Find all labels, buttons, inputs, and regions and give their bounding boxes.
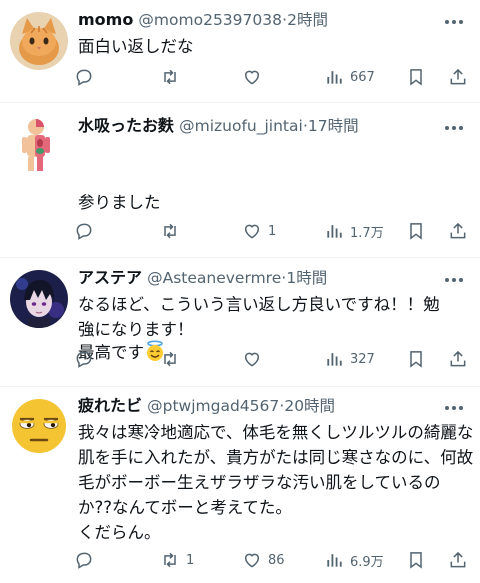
action-bar: 1 1.7万 xyxy=(62,216,480,246)
retweet-count: 1 xyxy=(186,552,195,568)
more-options-icon[interactable] xyxy=(442,12,466,32)
analytics-icon xyxy=(327,71,342,84)
reply-icon xyxy=(76,552,92,569)
tweet-4[interactable]: 疲れたビ @ptwjmgad4567·20時間 我々は寒冷地適応で、体毛を無くし… xyxy=(0,387,480,583)
bookmark-icon xyxy=(410,351,422,368)
views-button[interactable]: 667 xyxy=(324,62,375,92)
action-bar: 327 xyxy=(62,344,480,374)
tweet-header: 水吸ったお麩 @mizuofu_jintai·17時間 xyxy=(78,115,440,137)
like-button[interactable] xyxy=(242,344,268,374)
bookmark-button[interactable] xyxy=(406,545,426,575)
share-icon xyxy=(450,222,466,239)
share-button[interactable] xyxy=(448,62,468,92)
bookmark-button[interactable] xyxy=(406,62,426,92)
share-icon xyxy=(450,551,466,568)
retweet-button[interactable] xyxy=(160,62,186,92)
tweet-feed: momo @momo25397038·2時間 面白い返しだな 667 水吸ったお… xyxy=(0,0,480,583)
heart-icon xyxy=(245,553,259,568)
retweet-button[interactable] xyxy=(160,216,186,246)
share-button[interactable] xyxy=(448,344,468,374)
tweet-header: 疲れたビ @ptwjmgad4567·20時間 xyxy=(78,395,440,417)
tweet-header: momo @momo25397038·2時間 xyxy=(78,9,440,31)
view-count: 667 xyxy=(350,69,375,85)
retweet-button[interactable]: 1 xyxy=(160,545,194,575)
retweet-icon xyxy=(164,223,176,239)
tweet-text: 我々は寒冷地適応で、体毛を無くしツルツルの綺麗な肌を手に入れたが、貴方がたは同じ… xyxy=(78,423,474,542)
view-count: 6.9万 xyxy=(350,554,384,570)
share-icon xyxy=(450,68,466,85)
reply-button[interactable] xyxy=(74,216,100,246)
analytics-icon xyxy=(327,225,342,238)
bookmark-button[interactable] xyxy=(406,216,426,246)
display-name[interactable]: アステア xyxy=(78,268,142,287)
views-button[interactable]: 327 xyxy=(324,344,375,374)
views-button[interactable]: 6.9万 xyxy=(324,545,384,575)
view-count: 1.7万 xyxy=(350,225,384,241)
like-button[interactable] xyxy=(242,62,268,92)
bookmark-icon xyxy=(410,223,422,240)
tweet-3[interactable]: アステア @Asteanevermre·1時間 なるほど、こういう言い返し方良い… xyxy=(0,258,480,387)
display-name[interactable]: momo xyxy=(78,10,133,29)
avatar-tired-face[interactable] xyxy=(10,397,68,455)
more-options-icon[interactable] xyxy=(442,118,466,138)
timestamp[interactable]: 17時間 xyxy=(308,117,359,135)
display-name[interactable]: 水吸ったお麩 xyxy=(78,116,174,135)
bookmark-icon xyxy=(410,69,422,86)
analytics-icon xyxy=(327,353,342,366)
display-name[interactable]: 疲れたビ xyxy=(78,396,142,415)
user-handle[interactable]: @Asteanevermre xyxy=(147,269,281,287)
retweet-icon xyxy=(164,69,176,85)
action-bar: 1 86 6.9万 xyxy=(62,545,480,575)
like-count: 1 xyxy=(268,223,277,239)
avatar-orange-cat[interactable] xyxy=(10,12,68,70)
more-options-icon[interactable] xyxy=(442,270,466,290)
tweet-text: 面白い返しだな xyxy=(78,37,194,56)
tweet-text-line: 参りました xyxy=(78,193,161,212)
reply-icon xyxy=(76,223,92,240)
tweet-text: なるほど、こういう言い返し方良いですね！！勉強になります！ xyxy=(78,295,440,339)
timestamp[interactable]: 1時間 xyxy=(286,269,327,287)
avatar-anatomy-figure[interactable] xyxy=(10,115,68,173)
timestamp[interactable]: 20時間 xyxy=(284,397,335,415)
view-count: 327 xyxy=(350,351,375,367)
user-handle[interactable]: @mizuofu_jintai xyxy=(179,117,303,135)
user-handle[interactable]: @ptwjmgad4567 xyxy=(147,397,279,415)
share-button[interactable] xyxy=(448,216,468,246)
heart-icon xyxy=(245,352,259,367)
reply-button[interactable] xyxy=(74,62,100,92)
heart-icon xyxy=(245,70,259,85)
tweet-2[interactable]: 水吸ったお麩 @mizuofu_jintai·17時間 参りました 最高です 1 xyxy=(0,103,480,362)
reply-icon xyxy=(76,69,92,86)
retweet-icon xyxy=(164,351,176,367)
reply-button[interactable] xyxy=(74,344,100,374)
reply-button[interactable] xyxy=(74,545,100,575)
bookmark-button[interactable] xyxy=(406,344,426,374)
views-button[interactable]: 1.7万 xyxy=(324,216,384,246)
more-options-icon[interactable] xyxy=(442,398,466,418)
action-bar: 667 xyxy=(62,62,480,92)
share-icon xyxy=(450,350,466,367)
like-count: 86 xyxy=(268,552,285,568)
like-button[interactable]: 1 xyxy=(242,216,276,246)
heart-icon xyxy=(245,224,259,239)
tweet-1[interactable]: momo @momo25397038·2時間 面白い返しだな 667 xyxy=(0,0,480,103)
analytics-icon xyxy=(327,554,342,567)
timestamp[interactable]: 2時間 xyxy=(287,11,328,29)
retweet-button[interactable] xyxy=(160,344,186,374)
retweet-icon xyxy=(164,552,176,568)
user-handle[interactable]: @momo25397038 xyxy=(138,11,282,29)
share-button[interactable] xyxy=(448,545,468,575)
like-button[interactable]: 86 xyxy=(242,545,285,575)
bookmark-icon xyxy=(410,552,422,569)
reply-icon xyxy=(76,351,92,368)
tweet-header: アステア @Asteanevermre·1時間 xyxy=(78,267,440,289)
avatar-anime-character[interactable] xyxy=(10,270,68,328)
